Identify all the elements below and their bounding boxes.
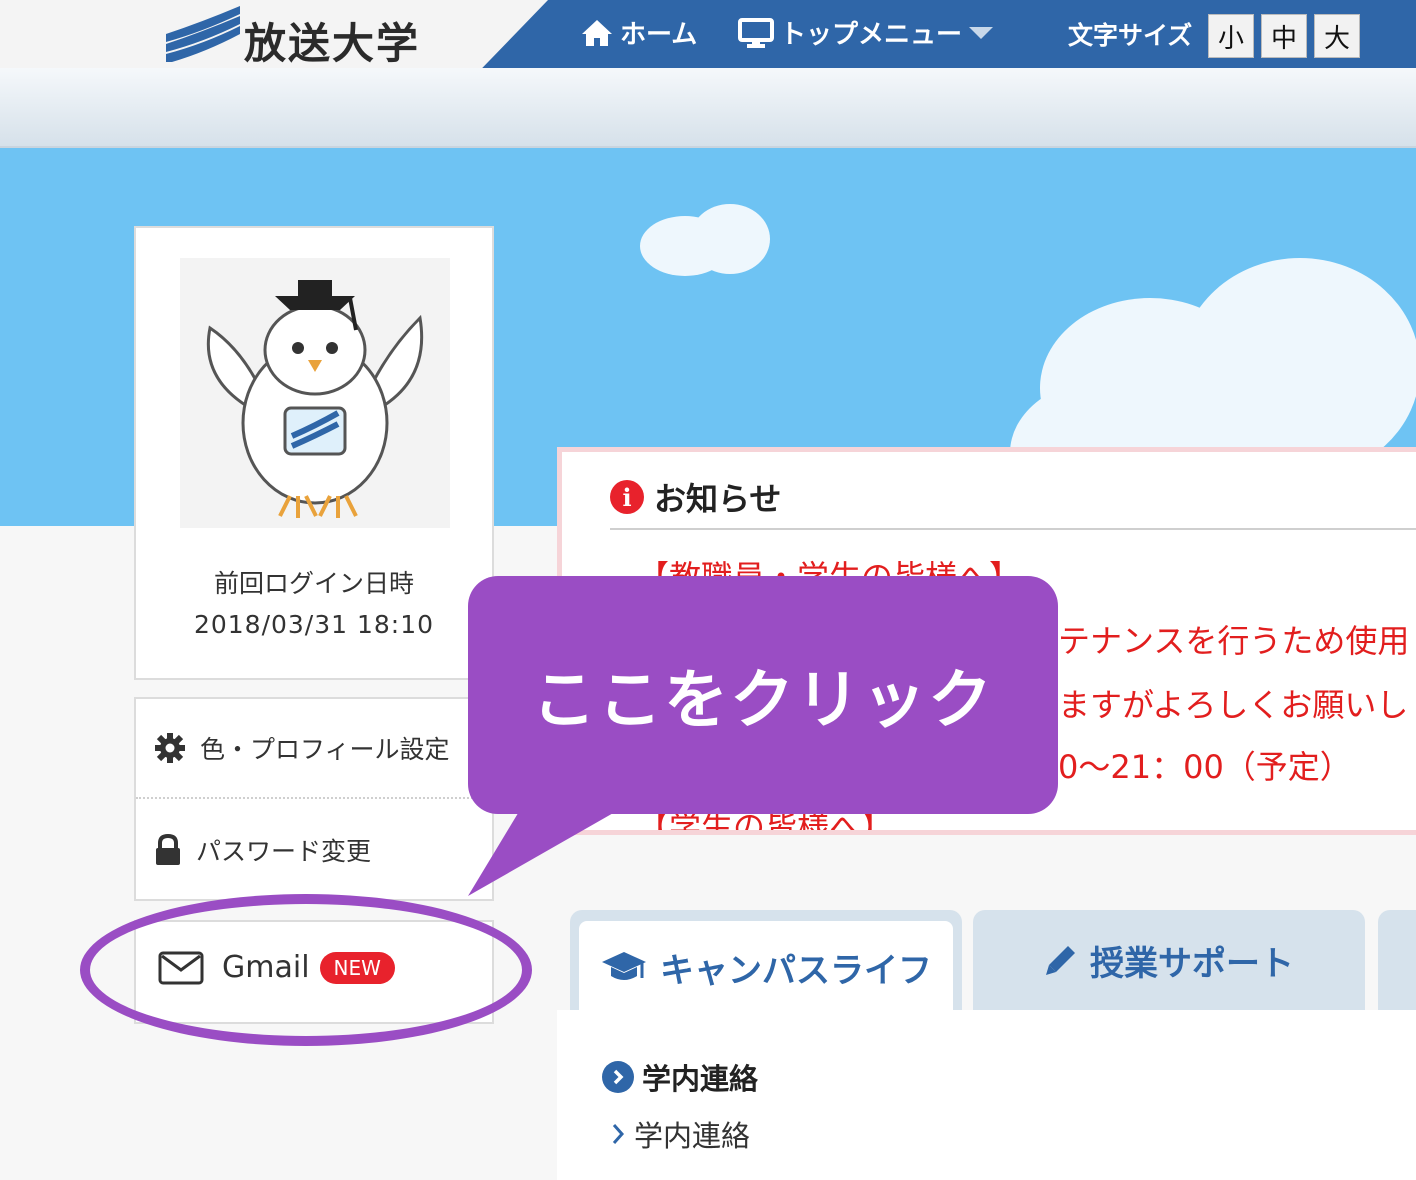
- caret-down-icon: [969, 26, 994, 39]
- chevron-right-icon: [612, 1124, 625, 1144]
- password-change-link[interactable]: パスワード変更: [136, 800, 492, 900]
- university-logo-icon[interactable]: [162, 4, 242, 62]
- last-login-time: 2018/03/31 18:10: [193, 610, 435, 639]
- notice-heading: i お知らせ: [610, 474, 781, 520]
- section-heading: 学内連絡: [602, 1056, 758, 1098]
- monitor-icon: [738, 17, 774, 48]
- font-size-large-button[interactable]: 大: [1314, 14, 1360, 58]
- mascot-bird-icon: [206, 280, 424, 518]
- callout-tail: [468, 800, 636, 896]
- graduation-cap-icon: [602, 952, 646, 980]
- logo-text[interactable]: 放送大学: [244, 10, 420, 71]
- nav-home-link[interactable]: ホーム: [580, 14, 697, 51]
- home-icon: [582, 19, 612, 46]
- account-menu: 色・プロフィール設定 パスワード変更: [134, 697, 494, 901]
- tab-campus-life-label: キャンパスライフ: [660, 950, 932, 991]
- profile-settings-label: 色・プロフィール設定: [200, 735, 450, 764]
- notice-line: テナンスを行うため使用: [1058, 622, 1410, 660]
- notice-title: お知らせ: [654, 480, 782, 518]
- tab-next-partial[interactable]: [1378, 910, 1416, 1010]
- nav-top-menu-label: トップメニュー: [780, 20, 963, 50]
- font-size-label: 文字サイズ: [1068, 21, 1193, 50]
- lock-icon: [156, 834, 180, 865]
- campus-contact-link[interactable]: 学内連絡: [610, 1113, 750, 1155]
- tab-campus-life[interactable]: キャンパスライフ: [579, 921, 953, 1013]
- password-change-label: パスワード変更: [196, 837, 372, 866]
- font-size-small-button[interactable]: 小: [1208, 14, 1254, 58]
- avatar: [180, 258, 450, 528]
- pencil-icon: [1046, 946, 1075, 975]
- click-here-callout: ここをクリック: [468, 576, 1058, 814]
- profile-settings-link[interactable]: 色・プロフィール設定: [136, 699, 492, 799]
- last-login-label: 前回ログイン日時: [213, 569, 414, 598]
- gear-icon: [155, 733, 185, 763]
- tab-class-support-label: 授業サポート: [1090, 943, 1294, 984]
- sub-header-bar: [0, 68, 1416, 148]
- nav-top-menu-dropdown[interactable]: トップメニュー: [738, 14, 994, 51]
- cloud: [1180, 258, 1416, 478]
- profile-card: 前回ログイン日時 2018/03/31 18:10: [134, 226, 494, 680]
- campus-contact-label: 学内連絡: [634, 1119, 751, 1153]
- info-icon: i: [610, 480, 644, 514]
- top-header: 放送大学 ホーム トップメニュー 文字サイズ 小 中 大: [0, 0, 1416, 68]
- chevron-circle-right-icon: [602, 1061, 634, 1093]
- cloud: [690, 204, 770, 274]
- tab-class-support[interactable]: 授業サポート: [973, 910, 1365, 1010]
- font-size-medium-button[interactable]: 中: [1261, 14, 1307, 58]
- section-heading-label: 学内連絡: [642, 1062, 759, 1096]
- gmail-highlight-oval: [80, 894, 532, 1046]
- notice-line: 0～21：00（予定）: [1058, 748, 1352, 786]
- notice-divider: [610, 528, 1416, 530]
- notice-line: ますがよろしくお願いし: [1058, 686, 1409, 724]
- callout-text: ここをクリック: [532, 664, 994, 738]
- nav-home-label: ホーム: [620, 20, 698, 50]
